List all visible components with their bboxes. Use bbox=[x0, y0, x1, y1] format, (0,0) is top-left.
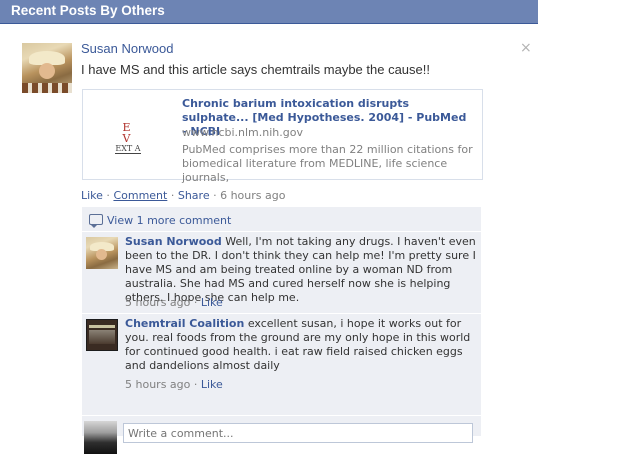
thumbnail-text-top: E V bbox=[122, 121, 134, 145]
comment-body: Susan Norwood Well, I'm not taking any d… bbox=[125, 235, 477, 305]
separator: · bbox=[102, 189, 114, 202]
like-link[interactable]: Like bbox=[81, 189, 103, 202]
separator: · bbox=[209, 189, 221, 202]
attachment-url: www.ncbi.nlm.nih.gov bbox=[182, 126, 303, 139]
write-comment-row bbox=[82, 420, 481, 456]
comment-bubble-icon bbox=[89, 214, 103, 228]
comment-link[interactable]: Comment bbox=[113, 189, 167, 202]
attachment-description: PubMed comprises more than 22 million ci… bbox=[182, 143, 473, 184]
commenter-avatar[interactable] bbox=[86, 319, 118, 351]
post: Susan Norwood × I have MS and this artic… bbox=[0, 24, 538, 454]
share-link[interactable]: Share bbox=[178, 189, 210, 202]
view-more-label[interactable]: View 1 more comment bbox=[107, 214, 231, 227]
section-header: Recent Posts By Others bbox=[0, 0, 538, 24]
section-title: Recent Posts By Others bbox=[11, 3, 165, 18]
commenter-name[interactable]: Susan Norwood bbox=[125, 235, 222, 248]
post-actions: Like · Comment · Share · 6 hours ago bbox=[81, 189, 285, 202]
comment-like-link[interactable]: Like bbox=[201, 296, 223, 309]
comment-item: Susan Norwood Well, I'm not taking any d… bbox=[82, 232, 481, 312]
link-attachment[interactable]: E V EXT A Chronic barium intoxication di… bbox=[82, 89, 483, 184]
view-more-comments[interactable]: View 1 more comment bbox=[82, 207, 481, 231]
separator: · bbox=[190, 378, 201, 391]
comments-box: View 1 more comment Susan Norwood Well, … bbox=[82, 207, 481, 454]
separator: · bbox=[167, 189, 178, 202]
separator: · bbox=[190, 296, 201, 309]
commenter-name[interactable]: Chemtrail Coalition bbox=[125, 317, 244, 330]
divider bbox=[82, 415, 481, 416]
comment-timestamp: 5 hours ago bbox=[125, 296, 191, 309]
comment-like-link[interactable]: Like bbox=[201, 378, 223, 391]
author-avatar[interactable] bbox=[22, 43, 72, 93]
comment-timestamp: 5 hours ago bbox=[125, 378, 191, 391]
thumbnail-text-bottom: EXT A bbox=[115, 144, 141, 154]
comment-meta: 5 hours ago · Like bbox=[125, 296, 223, 309]
post-author-name[interactable]: Susan Norwood bbox=[81, 41, 174, 56]
close-icon[interactable]: × bbox=[520, 40, 532, 56]
current-user-avatar bbox=[84, 421, 117, 454]
comment-meta: 5 hours ago · Like bbox=[125, 378, 223, 391]
post-text: I have MS and this article says chemtrai… bbox=[81, 62, 430, 77]
post-timestamp: 6 hours ago bbox=[220, 189, 286, 202]
commenter-avatar[interactable] bbox=[86, 237, 118, 269]
write-comment-input[interactable] bbox=[123, 423, 473, 443]
comment-item: Chemtrail Coalition excellent susan, i h… bbox=[82, 314, 481, 394]
comment-body: Chemtrail Coalition excellent susan, i h… bbox=[125, 317, 477, 373]
attachment-thumbnail[interactable]: E V EXT A bbox=[115, 122, 141, 154]
